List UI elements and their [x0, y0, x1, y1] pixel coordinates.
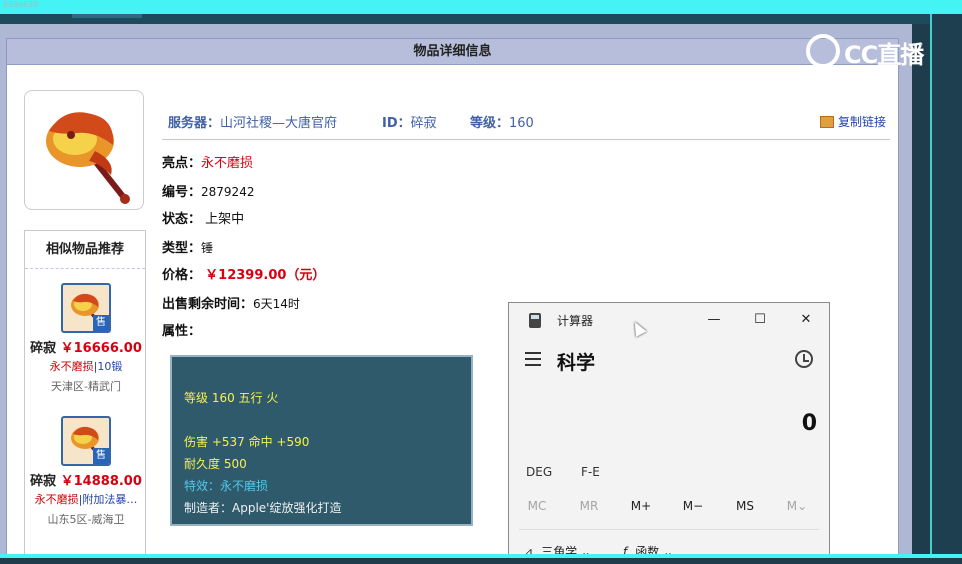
list-item[interactable]: 售 碎寂 ￥14888.00 永不磨损|附加法暴… 山东5区-威海卫 [25, 416, 147, 527]
m-plus-button[interactable]: M+ [615, 499, 667, 513]
server-value: 山河社稷—大唐官府 [220, 116, 338, 131]
attr-durability-line: 耐久度 500 [184, 457, 247, 471]
top-strip [0, 14, 962, 24]
memory-list-button[interactable]: M⌄ [771, 499, 823, 513]
m-minus-button[interactable]: M− [667, 499, 719, 513]
type-label: 类型： [162, 241, 202, 256]
copy-link-button[interactable]: 复制链接 [819, 113, 886, 130]
rec-item-price: ￥16666.00 [60, 341, 142, 356]
mr-button[interactable]: MR [563, 499, 615, 513]
serial-value: 2879242 [201, 185, 255, 199]
sale-badge: 售 [93, 448, 109, 464]
brand-watermark: CC直播 [806, 34, 930, 69]
cc-logo-icon [806, 34, 840, 68]
level-value: 160 [509, 116, 534, 131]
remaining-value: 6天14时 [253, 297, 300, 311]
hammer-icon [46, 112, 130, 204]
menu-icon[interactable] [525, 352, 541, 366]
remaining-label: 出售剩余时间： [162, 297, 254, 312]
dimension-label: 959x639 [3, 0, 39, 9]
right-edge-bar [930, 14, 962, 554]
list-item[interactable]: 售 碎寂 ￥16666.00 永不磨损|10锻 天津区-精武门 [25, 283, 147, 394]
attr-effect-line: 特效：永不磨损 [184, 479, 269, 493]
highlight-value: 永不磨损 [201, 156, 254, 171]
attr-maker-line: 制造者：Apple'绽放强化打造 [184, 501, 342, 515]
status-label: 状态： [162, 212, 202, 227]
copy-link-label: 复制链接 [837, 115, 886, 129]
copy-link-icon [819, 116, 834, 128]
right-cyan-edge [930, 14, 932, 554]
calculator-mode: 科学 [557, 352, 596, 374]
similar-items-title: 相似物品推荐 [25, 231, 145, 269]
price-value: ￥12399.00（元） [205, 268, 326, 283]
rec-item-icon[interactable]: 售 [61, 416, 111, 466]
ms-button[interactable]: MS [719, 499, 771, 513]
calculator-display: 0 [801, 411, 817, 436]
similar-items-box: 相似物品推荐 售 碎寂 ￥16666.00 永不磨损|10锻 天津区-精武门 售… [24, 230, 146, 560]
item-summary-bar: 服务器：山河社稷—大唐官府 ID：碎寂 等级：160 复制链接 [162, 110, 890, 140]
calculator-title: 计算器 [557, 314, 594, 328]
type-value: 锤 [201, 241, 214, 255]
calculator-title-bar[interactable]: 计算器 — ☐ ✕ [509, 303, 829, 337]
calculator-window: 计算器 — ☐ ✕ 科学 0 DEG F-E MC MR M+ M− MS M⌄… [508, 302, 830, 564]
rec-item-server: 天津区-精武门 [51, 380, 121, 393]
panel-title: 物品详细信息 [7, 39, 898, 65]
maximize-button[interactable]: ☐ [745, 309, 775, 331]
fe-button[interactable]: F-E [581, 465, 600, 479]
attributes-label: 属性： [162, 324, 202, 339]
rec-item-tag-extra: |10锻 [93, 360, 123, 373]
serial-label: 编号： [162, 185, 202, 200]
price-label: 价格： [162, 268, 202, 283]
calculator-app-icon [529, 313, 541, 328]
history-icon[interactable] [795, 350, 813, 368]
calculator-memory-row: MC MR M+ M− MS M⌄ [509, 499, 829, 521]
mc-button[interactable]: MC [511, 499, 563, 513]
calculator-angle-row: DEG F-E [509, 465, 829, 487]
item-thumbnail[interactable] [24, 90, 144, 210]
bottom-strip [0, 558, 962, 564]
top-tab [72, 14, 142, 18]
rec-item-price: ￥14888.00 [60, 474, 142, 489]
item-detail-list: 亮点：永不磨损 编号：2879242 状态： 上架中 类型：锤 价格： ￥123… [162, 150, 522, 346]
rec-item-icon[interactable]: 售 [61, 283, 111, 333]
sale-badge: 售 [93, 315, 109, 331]
close-button[interactable]: ✕ [791, 309, 821, 331]
attributes-box: 等级 160 五行 火 伤害 +537 命中 +590 耐久度 500 特效：永… [170, 355, 473, 526]
server-label: 服务器： [168, 116, 221, 131]
calculator-separator [519, 529, 819, 530]
top-border: 959x639 [0, 0, 962, 14]
rec-item-server: 山东5区-威海卫 [47, 513, 125, 526]
rec-item-tag: 永不磨损 [49, 360, 94, 373]
id-value: 碎寂 [410, 116, 437, 131]
minimize-button[interactable]: — [699, 309, 729, 331]
rec-item-tag: 永不磨损 [34, 493, 79, 506]
highlight-label: 亮点： [162, 156, 202, 171]
rec-item-name[interactable]: 碎寂 [30, 341, 56, 356]
attr-damage-line: 伤害 +537 命中 +590 [184, 435, 310, 449]
level-label: 等级： [470, 116, 510, 131]
attr-level-line: 等级 160 五行 火 [184, 391, 279, 405]
deg-button[interactable]: DEG [526, 465, 552, 479]
rec-item-name[interactable]: 碎寂 [30, 474, 56, 489]
brand-text: CC直播 [844, 41, 924, 69]
rec-item-tag-extra: |附加法暴… [78, 493, 138, 506]
id-label: ID： [382, 116, 411, 131]
status-value: 上架中 [205, 212, 245, 227]
